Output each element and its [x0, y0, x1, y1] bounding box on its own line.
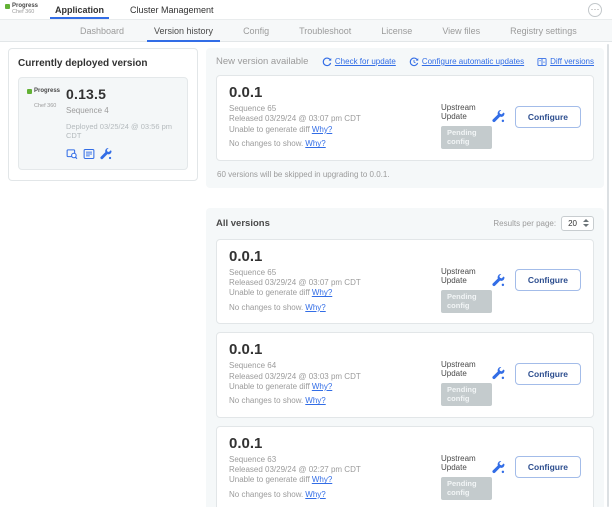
nav-item-license[interactable]: License [381, 20, 412, 41]
nav-item-dashboard[interactable]: Dashboard [80, 20, 124, 41]
configure-button[interactable]: Configure [515, 456, 581, 478]
changes-status: No changes to show.Why? [229, 139, 441, 149]
why-diff-link[interactable]: Why? [312, 288, 332, 297]
diff-status: Unable to generate diffWhy? [229, 288, 441, 298]
why-changes-link[interactable]: Why? [305, 396, 325, 405]
deployed-sequence: Sequence 4 [66, 106, 179, 115]
version-sequence: Sequence 64 [229, 361, 441, 371]
why-diff-link[interactable]: Why? [312, 475, 332, 484]
version-released: Released 03/29/24 @ 03:07 pm CDT [229, 278, 441, 288]
why-diff-link[interactable]: Why? [312, 382, 332, 391]
version-list: 0.0.1 Sequence 65 Released 03/29/24 @ 03… [216, 239, 594, 507]
changes-status: No changes to show.Why? [229, 396, 441, 406]
status-badge: Pending config [441, 383, 492, 406]
version-card: 0.0.1 Sequence 63 Released 03/29/24 @ 02… [216, 426, 594, 507]
status-badge: Pending config [441, 126, 492, 149]
deployed-version-card: Progress Chef 360 0.13.5 Sequence 4 Depl… [18, 77, 188, 170]
nav-item-troubleshoot[interactable]: Troubleshoot [299, 20, 351, 41]
new-version-card: 0.0.1 Sequence 65 Released 03/29/24 @ 03… [216, 75, 594, 161]
configure-automatic-updates-link[interactable]: Configure automatic updates [409, 57, 524, 67]
edit-config-wrench-icon[interactable] [492, 110, 505, 123]
version-sequence: Sequence 65 [229, 268, 441, 278]
nav-item-version-history[interactable]: Version history [154, 20, 213, 41]
edit-config-wrench-icon[interactable] [492, 461, 505, 474]
why-changes-link[interactable]: Why? [305, 490, 325, 499]
all-versions-panel: All versions Results per page: 20 0.0.1 … [206, 208, 604, 507]
version-released: Released 03/29/24 @ 02:27 pm CDT [229, 465, 441, 475]
currently-deployed-title: Currently deployed version [18, 58, 188, 69]
edit-config-wrench-icon[interactable] [492, 367, 505, 380]
results-per-page-label: Results per page: [493, 219, 556, 228]
tab-cluster-management[interactable]: Cluster Management [130, 0, 214, 19]
nav-item-config[interactable]: Config [243, 20, 269, 41]
section-nav: Dashboard Version history Config Trouble… [0, 19, 612, 42]
version-type: Upstream Update [441, 454, 492, 472]
why-changes-link[interactable]: Why? [305, 303, 325, 312]
ellipsis-icon: ⋯ [591, 4, 600, 14]
why-changes-link[interactable]: Why? [305, 139, 325, 148]
nav-item-view-files[interactable]: View files [442, 20, 480, 41]
skip-note: 60 versions will be skipped in upgrading… [216, 170, 594, 179]
version-sequence: Sequence 63 [229, 455, 441, 465]
version-type: Upstream Update [441, 360, 492, 378]
version-card: 0.0.1 Sequence 64 Released 03/29/24 @ 03… [216, 332, 594, 418]
logo-mark-icon [27, 89, 32, 94]
check-for-update-link[interactable]: Check for update [322, 57, 396, 67]
version-released: Released 03/29/24 @ 03:03 pm CDT [229, 372, 441, 382]
version-number: 0.0.1 [229, 84, 441, 101]
version-sequence: Sequence 65 [229, 104, 441, 114]
top-tabs: Application Cluster Management [55, 0, 214, 19]
version-type: Upstream Update [441, 103, 492, 121]
configure-button[interactable]: Configure [515, 269, 581, 291]
new-version-title: New version available [216, 56, 308, 67]
results-per-page-select[interactable]: 20 [561, 216, 594, 231]
nav-item-registry-settings[interactable]: Registry settings [510, 20, 577, 41]
diff-status: Unable to generate diffWhy? [229, 475, 441, 485]
edit-config-wrench-icon[interactable] [492, 274, 505, 287]
main-content: New version available Check for update [206, 48, 604, 507]
diff-columns-icon [537, 57, 547, 67]
version-card: 0.0.1 Sequence 65 Released 03/29/24 @ 03… [216, 239, 594, 325]
auto-update-icon [409, 57, 419, 67]
diff-status: Unable to generate diffWhy? [229, 125, 441, 135]
more-menu-button[interactable]: ⋯ [588, 3, 602, 17]
deployed-timestamp: Deployed 03/25/24 @ 03:56 pm CDT [66, 122, 179, 140]
deployed-version-number: 0.13.5 [66, 86, 179, 102]
new-version-panel: New version available Check for update [206, 48, 604, 188]
page-scrollbar[interactable] [607, 44, 609, 507]
all-versions-title: All versions [216, 218, 270, 229]
view-config-icon[interactable] [83, 148, 95, 160]
diff-status: Unable to generate diffWhy? [229, 382, 441, 392]
changes-status: No changes to show.Why? [229, 303, 441, 313]
wrench-icon[interactable] [100, 148, 112, 160]
version-type: Upstream Update [441, 267, 492, 285]
deployed-app-logo: Progress Chef 360 [27, 86, 59, 160]
changes-status: No changes to show.Why? [229, 490, 441, 500]
version-released: Released 03/29/24 @ 03:07 pm CDT [229, 114, 441, 124]
top-bar: Progress Chef 360 Application Cluster Ma… [0, 0, 612, 19]
logo-product: Chef 360 [12, 10, 39, 16]
version-number: 0.0.1 [229, 435, 441, 452]
currently-deployed-panel: Currently deployed version Progress Chef… [8, 48, 198, 181]
why-diff-link[interactable]: Why? [312, 125, 332, 134]
configure-button[interactable]: Configure [515, 106, 581, 128]
tab-application[interactable]: Application [55, 0, 104, 19]
diff-icon[interactable] [66, 148, 78, 160]
configure-button[interactable]: Configure [515, 363, 581, 385]
status-badge: Pending config [441, 477, 492, 500]
diff-versions-link[interactable]: Diff versions [537, 57, 594, 67]
status-badge: Pending config [441, 290, 492, 313]
logo-mark-icon [5, 4, 10, 9]
version-number: 0.0.1 [229, 248, 441, 265]
select-spinner-icon [583, 219, 589, 227]
refresh-icon [322, 57, 332, 67]
app-logo: Progress Chef 360 [5, 3, 39, 15]
version-number: 0.0.1 [229, 341, 441, 358]
